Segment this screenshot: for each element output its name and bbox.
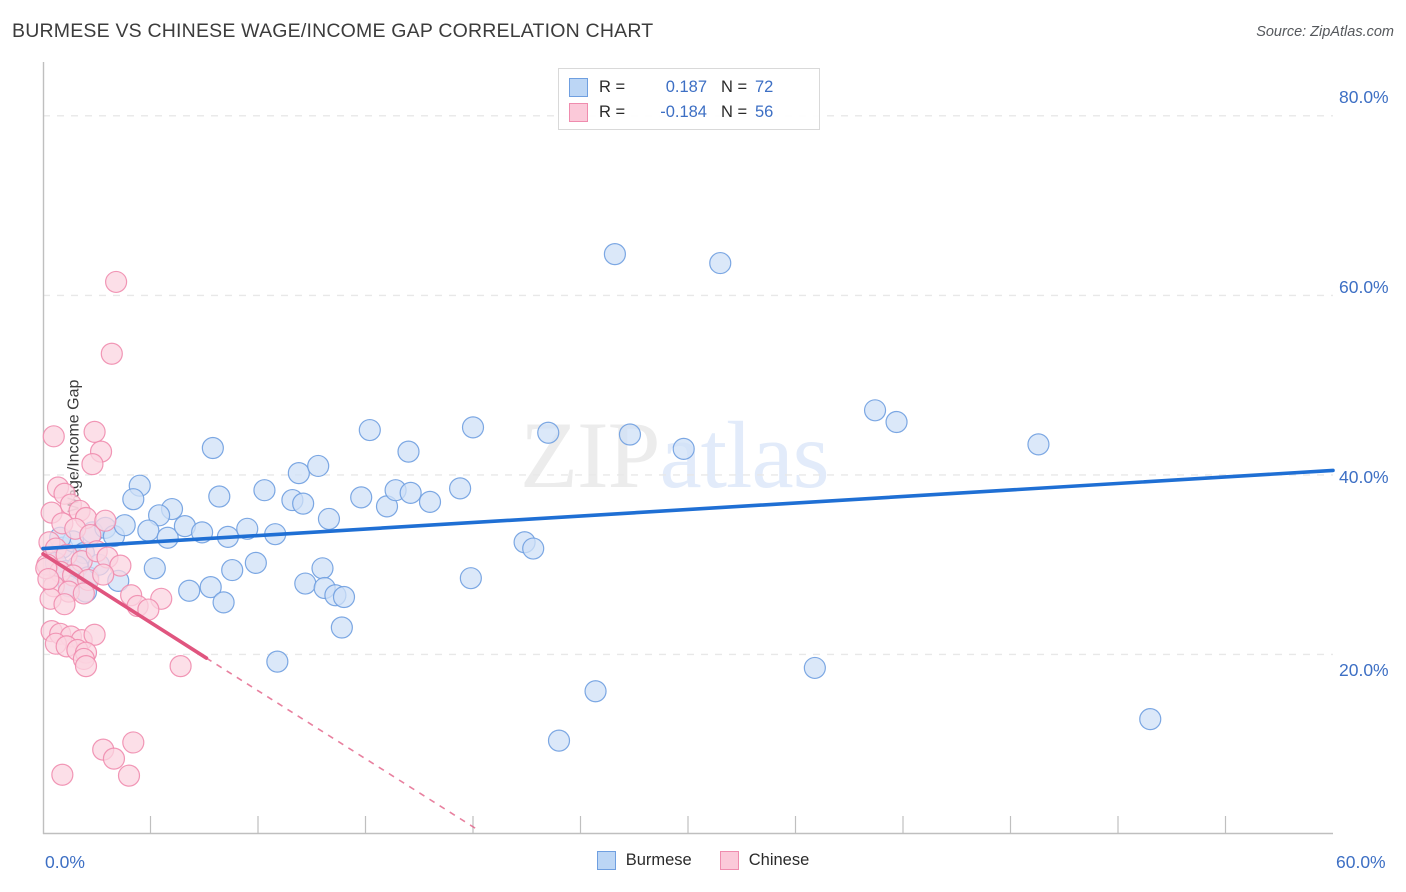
data-point [83,420,106,443]
legend-swatch-burmese [596,851,616,870]
data-point [100,342,123,365]
correlation-stats-box: R = 0.187 N = 72 R = -0.184 N = 56 [558,68,820,130]
data-point [201,436,224,460]
data-point [547,729,571,752]
data-point [266,650,289,673]
legend-item-burmese[interactable]: Burmese [596,851,692,870]
data-point [122,731,145,754]
data-point [418,490,442,513]
y-tick-label-20: 20.0% [1339,660,1389,680]
stats-row-burmese: R = 0.187 N = 72 [569,75,809,100]
trendline-burmese [41,468,1335,551]
stats-n-key-burmese: N = [721,78,748,96]
data-point [461,416,485,439]
data-point [1027,433,1050,456]
data-point [51,763,74,786]
data-point [287,462,310,485]
plot-area [35,62,1335,835]
data-point [169,655,192,678]
stats-n-value-burmese: 72 [755,78,774,96]
data-point [178,579,201,602]
data-point [332,585,356,609]
data-point [74,655,98,678]
data-point [292,492,315,515]
data-point [584,680,607,703]
data-point [122,488,145,511]
data-point [317,507,341,531]
data-point [1139,707,1162,731]
data-point [212,591,235,614]
data-point [208,485,231,508]
data-point [221,558,244,582]
data-point [709,251,732,275]
data-point [143,557,166,580]
data-point [459,567,482,590]
data-point [37,567,60,591]
data-point [537,421,560,444]
data-point [253,479,276,502]
stats-swatch-chinese [569,103,588,122]
data-point [113,514,136,537]
data-point [102,747,126,770]
stats-r-value-chinese: -0.184 [660,103,707,121]
scatter-canvas [35,62,1335,835]
stats-r-key-burmese: R = [599,78,626,96]
stats-n-value-chinese: 56 [755,103,774,121]
data-point [92,563,115,586]
data-point [330,616,353,639]
data-point [42,425,65,448]
data-point [53,593,76,616]
data-point [863,399,887,422]
data-point [397,440,420,463]
data-point [104,270,128,294]
data-point [522,537,545,560]
data-point [803,656,826,680]
stats-r-key-chinese: R = [599,103,626,121]
data-point [672,437,695,460]
correlation-chart: BURMESE VS CHINESE WAGE/INCOME GAP CORRE… [0,0,1406,892]
stats-r-value-burmese: 0.187 [665,78,707,96]
data-point [244,551,267,575]
page-title: BURMESE VS CHINESE WAGE/INCOME GAP CORRE… [12,20,654,42]
data-point [358,418,381,442]
legend-label-burmese: Burmese [625,851,692,869]
legend-item-chinese[interactable]: Chinese [719,851,810,870]
chart-legend: Burmese Chinese [0,851,1406,870]
data-point [399,481,422,504]
data-point [294,572,317,595]
data-point [449,477,472,500]
trendline-extension-chinese [205,657,478,831]
data-point [311,557,334,580]
data-point [307,454,330,478]
legend-label-chinese: Chinese [748,851,810,869]
y-tick-label-40: 40.0% [1339,467,1389,487]
y-tick-label-80: 80.0% [1339,87,1389,107]
data-point [885,410,908,434]
data-point [81,453,104,476]
stats-row-chinese: R = -0.184 N = 56 [569,100,809,125]
data-point [603,243,627,266]
data-point [94,509,117,532]
legend-swatch-chinese [719,851,739,870]
stats-swatch-burmese [569,78,588,97]
data-point [350,486,373,509]
source-attribution: Source: ZipAtlas.com [1256,24,1394,40]
data-point [618,423,642,446]
y-tick-label-60: 60.0% [1339,277,1389,297]
stats-n-key-chinese: N = [721,103,748,121]
data-point [137,519,160,542]
data-point [117,764,141,787]
series-points-burmese [44,243,1162,752]
